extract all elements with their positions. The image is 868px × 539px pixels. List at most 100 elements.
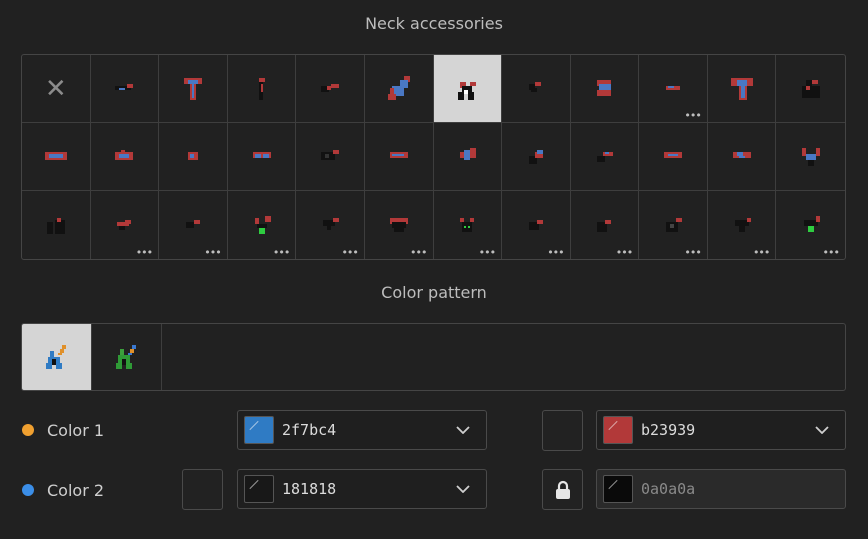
color2-secondary-hex: 0a0a0a (641, 480, 696, 498)
accessory-cell[interactable] (159, 55, 228, 123)
more-variants-icon: ••• (752, 246, 770, 259)
neck-accessories-title: Neck accessories (365, 14, 503, 33)
hood-collar-icon (801, 79, 820, 98)
accessory-cell[interactable]: ••• (639, 55, 708, 123)
dark-band-icon (321, 149, 340, 160)
color1-label: Color 1 (47, 420, 105, 440)
small-knot-icon (187, 151, 198, 160)
small-collar-icon (185, 220, 200, 228)
color2-primary-hex: 181818 (282, 480, 337, 498)
round-pendant-icon (528, 220, 543, 230)
accessory-cell[interactable] (639, 123, 708, 191)
bell-collar-icon (528, 149, 543, 164)
more-variants-icon: ••• (410, 246, 427, 259)
more-variants-icon: ••• (615, 246, 633, 259)
color1-secondary-hex: b23939 (641, 421, 696, 439)
pendant-chain-icon (597, 151, 614, 162)
lock-icon (555, 480, 570, 499)
accessory-cell[interactable] (433, 55, 503, 123)
bandana-icon (115, 83, 134, 90)
accessory-cell[interactable] (296, 55, 365, 123)
lock-button[interactable] (542, 469, 583, 510)
more-variants-icon: ••• (822, 246, 840, 259)
accessory-cell[interactable] (227, 55, 297, 123)
accessory-cell[interactable] (502, 55, 571, 123)
accessory-cell[interactable] (570, 55, 640, 123)
color1-label-group: Color 1 (22, 410, 104, 450)
none-x-icon: ✕ (44, 73, 67, 104)
accessory-cell[interactable]: ••• (91, 191, 160, 259)
pattern-option-2[interactable] (92, 324, 162, 390)
more-variants-icon: ••• (684, 246, 701, 259)
tied-scarf-icon (460, 147, 477, 160)
chevron-down-icon (456, 426, 470, 434)
accessory-cell[interactable] (570, 123, 640, 191)
accessory-cell[interactable]: ••• (776, 191, 845, 259)
accessory-cell[interactable] (364, 123, 434, 191)
accessory-cell[interactable]: ••• (708, 191, 777, 259)
color-pattern-list (21, 323, 846, 391)
beads-icon (46, 218, 65, 234)
accessory-cell[interactable] (707, 55, 777, 123)
goggles-icon (252, 151, 271, 158)
color1-secondary-dropdown[interactable]: b23939 (596, 410, 846, 450)
accessory-cell[interactable]: ••• (571, 191, 640, 259)
short-scarf-icon (389, 151, 408, 158)
accessory-cell[interactable] (90, 123, 160, 191)
more-variants-icon: ••• (135, 246, 153, 259)
dark-pendant-icon (323, 218, 340, 230)
accessory-cell[interactable] (502, 123, 571, 191)
collar-icon (458, 81, 477, 100)
color1-primary-hex: 2f7bc4 (282, 421, 337, 439)
blue-orange-pattern-icon (45, 345, 66, 369)
accessory-cell[interactable] (22, 191, 91, 259)
color2-dot-icon (22, 484, 34, 496)
more-variants-icon: ••• (272, 246, 290, 259)
twist-scarf-icon (732, 151, 751, 158)
color1-secondary-swatch (603, 416, 633, 444)
heart-pendant-icon (117, 220, 132, 230)
accessory-cell[interactable] (364, 55, 434, 123)
accessory-cell[interactable] (776, 55, 845, 123)
accessory-cell[interactable] (707, 123, 777, 191)
color1-primary-swatch (244, 416, 274, 444)
spiked-pendant-icon (666, 218, 683, 232)
color1-primary-dropdown[interactable]: 2f7bc4 (237, 410, 487, 450)
accessory-cell[interactable] (296, 123, 365, 191)
accessory-cell[interactable] (90, 55, 160, 123)
accessory-cell[interactable]: ••• (434, 191, 503, 259)
accessory-cell[interactable] (22, 123, 91, 191)
bead-pendant-icon (597, 220, 612, 232)
bowtie-icon (321, 83, 340, 92)
color1-link-toggle[interactable] (542, 410, 583, 451)
chevron-down-icon (456, 485, 470, 493)
color2-secondary-dropdown: 0a0a0a (596, 469, 846, 509)
green-gem-icon (803, 216, 820, 232)
more-variants-icon: ••• (204, 246, 221, 259)
accessory-cell[interactable]: ✕ (22, 55, 91, 123)
thin-band-icon (666, 85, 681, 90)
chevron-down-icon (815, 426, 829, 434)
accessory-cell[interactable]: ••• (639, 191, 708, 259)
green-blue-pattern-icon (115, 345, 136, 369)
star-pendant-icon (734, 218, 751, 232)
accessory-cell[interactable]: ••• (228, 191, 297, 259)
accessory-cell[interactable] (159, 123, 228, 191)
pattern-option-1[interactable] (22, 324, 92, 390)
color2-label: Color 2 (47, 480, 105, 500)
v-necklace-icon (801, 147, 820, 166)
more-variants-icon: ••• (341, 246, 358, 259)
color2-link-toggle[interactable] (182, 469, 223, 510)
knot-scarf-icon (115, 149, 134, 160)
accessory-cell[interactable] (227, 123, 297, 191)
accessory-cell[interactable]: ••• (159, 191, 228, 259)
long-scarf-icon (183, 77, 202, 100)
accessory-cell[interactable] (433, 123, 503, 191)
accessory-cell[interactable]: ••• (296, 191, 365, 259)
accessory-cell[interactable] (776, 123, 845, 191)
accessory-cell[interactable]: ••• (502, 191, 571, 259)
accessory-cell[interactable]: ••• (365, 191, 434, 259)
color2-primary-dropdown[interactable]: 181818 (237, 469, 487, 509)
folded-scarf-icon (597, 79, 612, 96)
striped-band-icon (664, 151, 683, 158)
